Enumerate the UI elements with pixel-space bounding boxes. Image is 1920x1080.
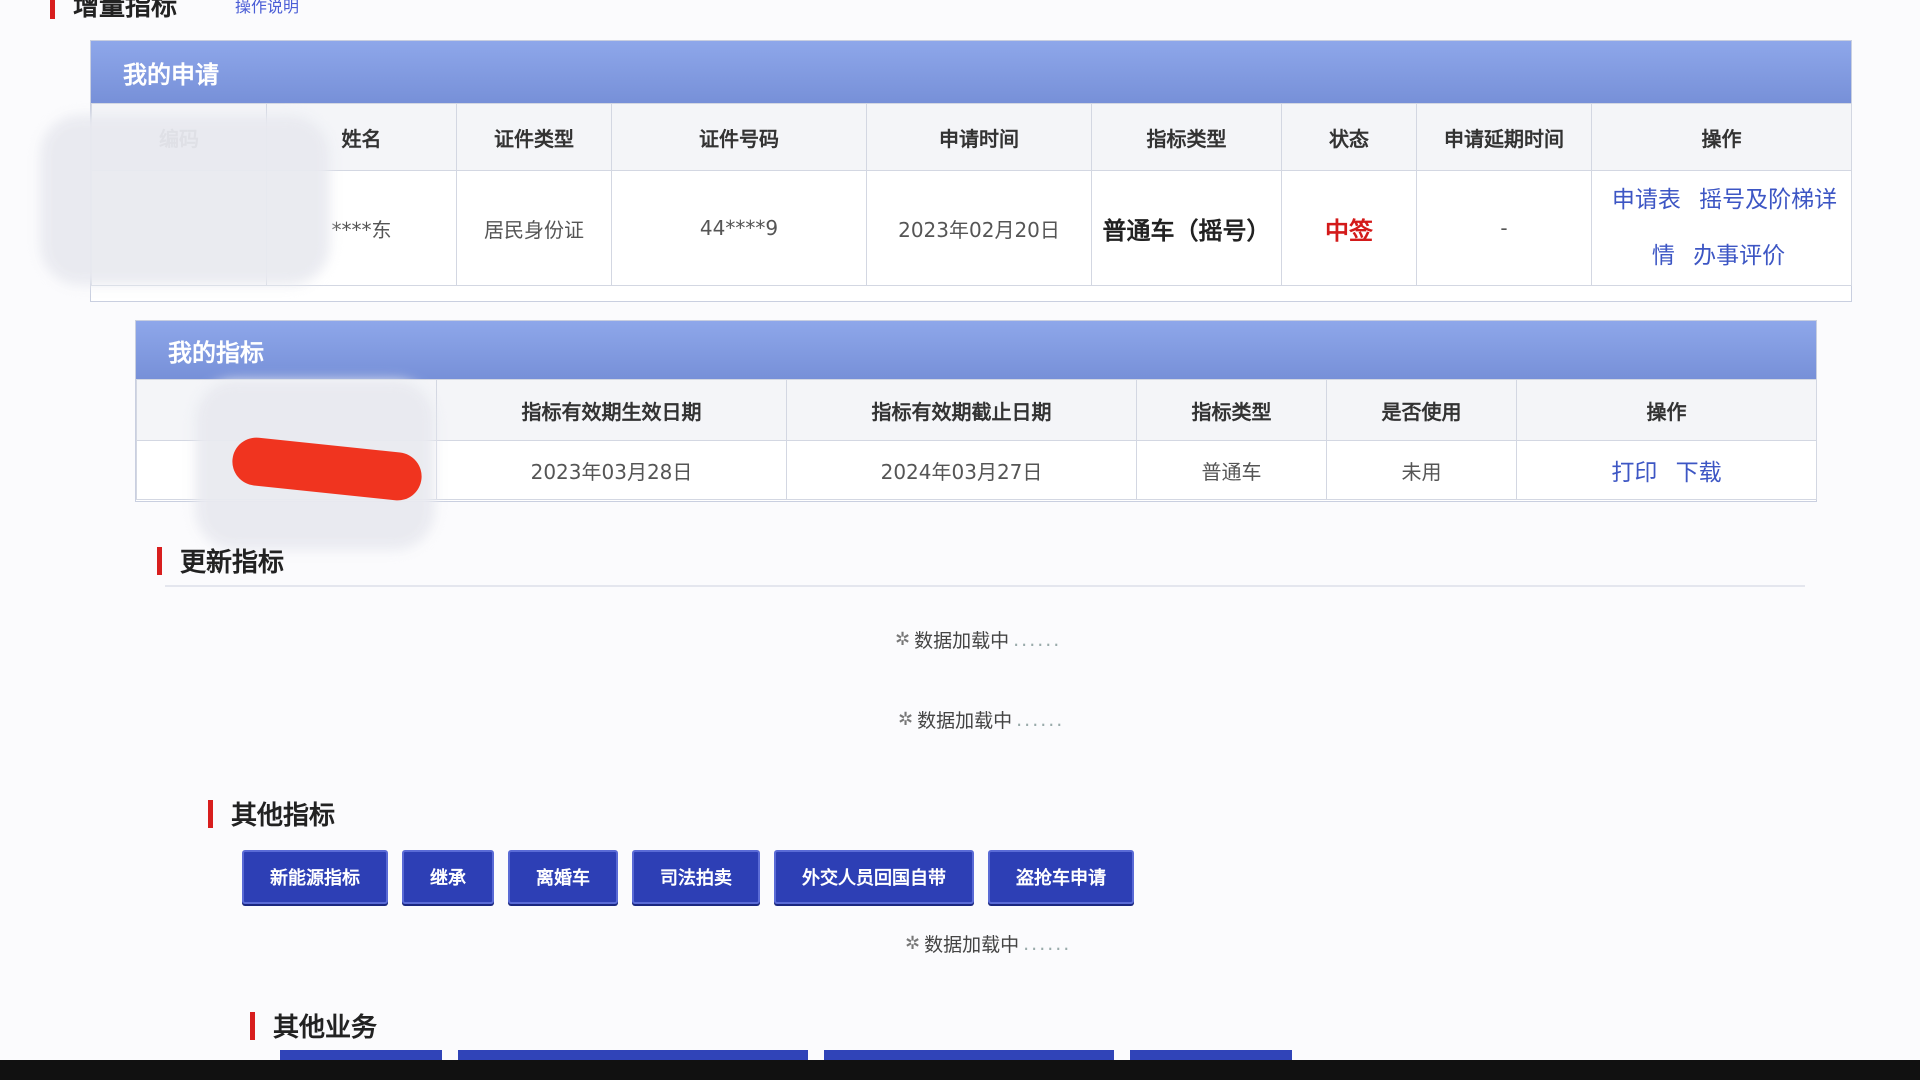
new-energy-quota-button[interactable]: 新能源指标	[242, 850, 388, 904]
monitor-bezel	[0, 1060, 1920, 1080]
col-apply-time: 申请时间	[866, 103, 1092, 171]
col-effective-date: 指标有效期生效日期	[436, 379, 787, 441]
my-quota-header: 我的指标	[136, 321, 1816, 379]
cell-id-type: 居民身份证	[456, 170, 612, 286]
col-expiry-date: 指标有效期截止日期	[786, 379, 1137, 441]
section-accent-bar	[208, 799, 213, 828]
section-title: 其他业务	[273, 1013, 378, 1043]
download-link[interactable]: 下载	[1676, 460, 1722, 486]
cell-quota-type: 普通车（摇号）	[1091, 170, 1282, 286]
section-title: 更新指标	[180, 548, 285, 578]
section-accent-bar	[50, 0, 55, 19]
update-quota-header: 更新指标	[157, 542, 284, 579]
col-status: 状态	[1281, 103, 1417, 171]
page: 增量指标 操作说明 我的申请 编码 姓名 证件类型 证件号码 申请时间 指标类型…	[0, 0, 1920, 1080]
operation-guide-link[interactable]: 操作说明	[235, 0, 299, 17]
section-accent-bar	[157, 546, 162, 575]
spinner-icon: ✲	[905, 933, 921, 954]
diplomat-import-button[interactable]: 外交人员回国自带	[774, 850, 974, 904]
other-quota-header: 其他指标	[208, 795, 335, 832]
loading-dots: ......	[1013, 628, 1062, 651]
cell-actions: 申请表 摇号及阶梯详情 办事评价	[1591, 170, 1852, 286]
status-badge: 中签	[1281, 170, 1417, 286]
section-divider	[165, 585, 1805, 587]
print-link[interactable]: 打印	[1611, 460, 1657, 486]
stolen-vehicle-button[interactable]: 盗抢车申请	[988, 850, 1134, 904]
col-extension-time: 申请延期时间	[1416, 103, 1592, 171]
other-business-header: 其他业务	[250, 1007, 377, 1044]
application-table: 编码 姓名 证件类型 证件号码 申请时间 指标类型 状态 申请延期时间 操作 *…	[91, 103, 1852, 286]
spinner-icon: ✲	[895, 629, 911, 650]
section-title: 增量指标	[73, 0, 178, 22]
col-id-number: 证件号码	[611, 103, 867, 171]
cell-apply-time: 2023年02月20日	[866, 170, 1092, 286]
cell-expiry-date: 2024年03月27日	[786, 440, 1137, 500]
privacy-blur	[40, 115, 330, 285]
divorce-vehicle-button[interactable]: 离婚车	[508, 850, 618, 904]
application-form-link[interactable]: 申请表	[1612, 187, 1681, 213]
cell-effective-date: 2023年03月28日	[436, 440, 787, 500]
col-used: 是否使用	[1326, 379, 1517, 441]
judicial-auction-button[interactable]: 司法拍卖	[632, 850, 760, 904]
table-row: ****东 居民身份证 44****9 2023年02月20日 普通车（摇号） …	[91, 170, 1852, 286]
cell-extension-time: -	[1416, 170, 1592, 286]
loading-dots: ......	[1023, 932, 1072, 955]
cell-actions: 打印 下载	[1516, 440, 1817, 500]
section-accent-bar	[250, 1011, 255, 1040]
cell-quota-type: 普通车	[1136, 440, 1327, 500]
col-quota-type: 指标类型	[1136, 379, 1327, 441]
inheritance-button[interactable]: 继承	[402, 850, 494, 904]
section-title: 其他指标	[231, 801, 336, 831]
loading-dots: ......	[1016, 708, 1065, 731]
loading-text: 数据加载中	[924, 934, 1020, 956]
col-actions: 操作	[1516, 379, 1817, 441]
table-header-row: 编码 姓名 证件类型 证件号码 申请时间 指标类型 状态 申请延期时间 操作	[91, 103, 1852, 171]
loading-indicator: ✲ 数据加载中 ......	[898, 706, 1064, 733]
col-id-type: 证件类型	[456, 103, 612, 171]
col-actions: 操作	[1591, 103, 1852, 171]
service-rating-link[interactable]: 办事评价	[1693, 243, 1785, 269]
cell-id-number: 44****9	[611, 170, 867, 286]
col-quota-type: 指标类型	[1091, 103, 1282, 171]
loading-text: 数据加载中	[917, 710, 1013, 732]
loading-indicator: ✲ 数据加载中 ......	[905, 930, 1071, 957]
my-application-header: 我的申请	[91, 41, 1851, 103]
loading-indicator: ✲ 数据加载中 ......	[895, 626, 1061, 653]
spinner-icon: ✲	[898, 709, 914, 730]
my-application-panel: 我的申请 编码 姓名 证件类型 证件号码 申请时间 指标类型 状态 申请延期时间…	[90, 40, 1852, 302]
other-quota-buttons: 新能源指标 继承 离婚车 司法拍卖 外交人员回国自带 盗抢车申请	[242, 850, 1134, 904]
cell-used: 未用	[1326, 440, 1517, 500]
loading-text: 数据加载中	[914, 630, 1010, 652]
increment-quota-header: 增量指标 操作说明	[50, 0, 299, 23]
